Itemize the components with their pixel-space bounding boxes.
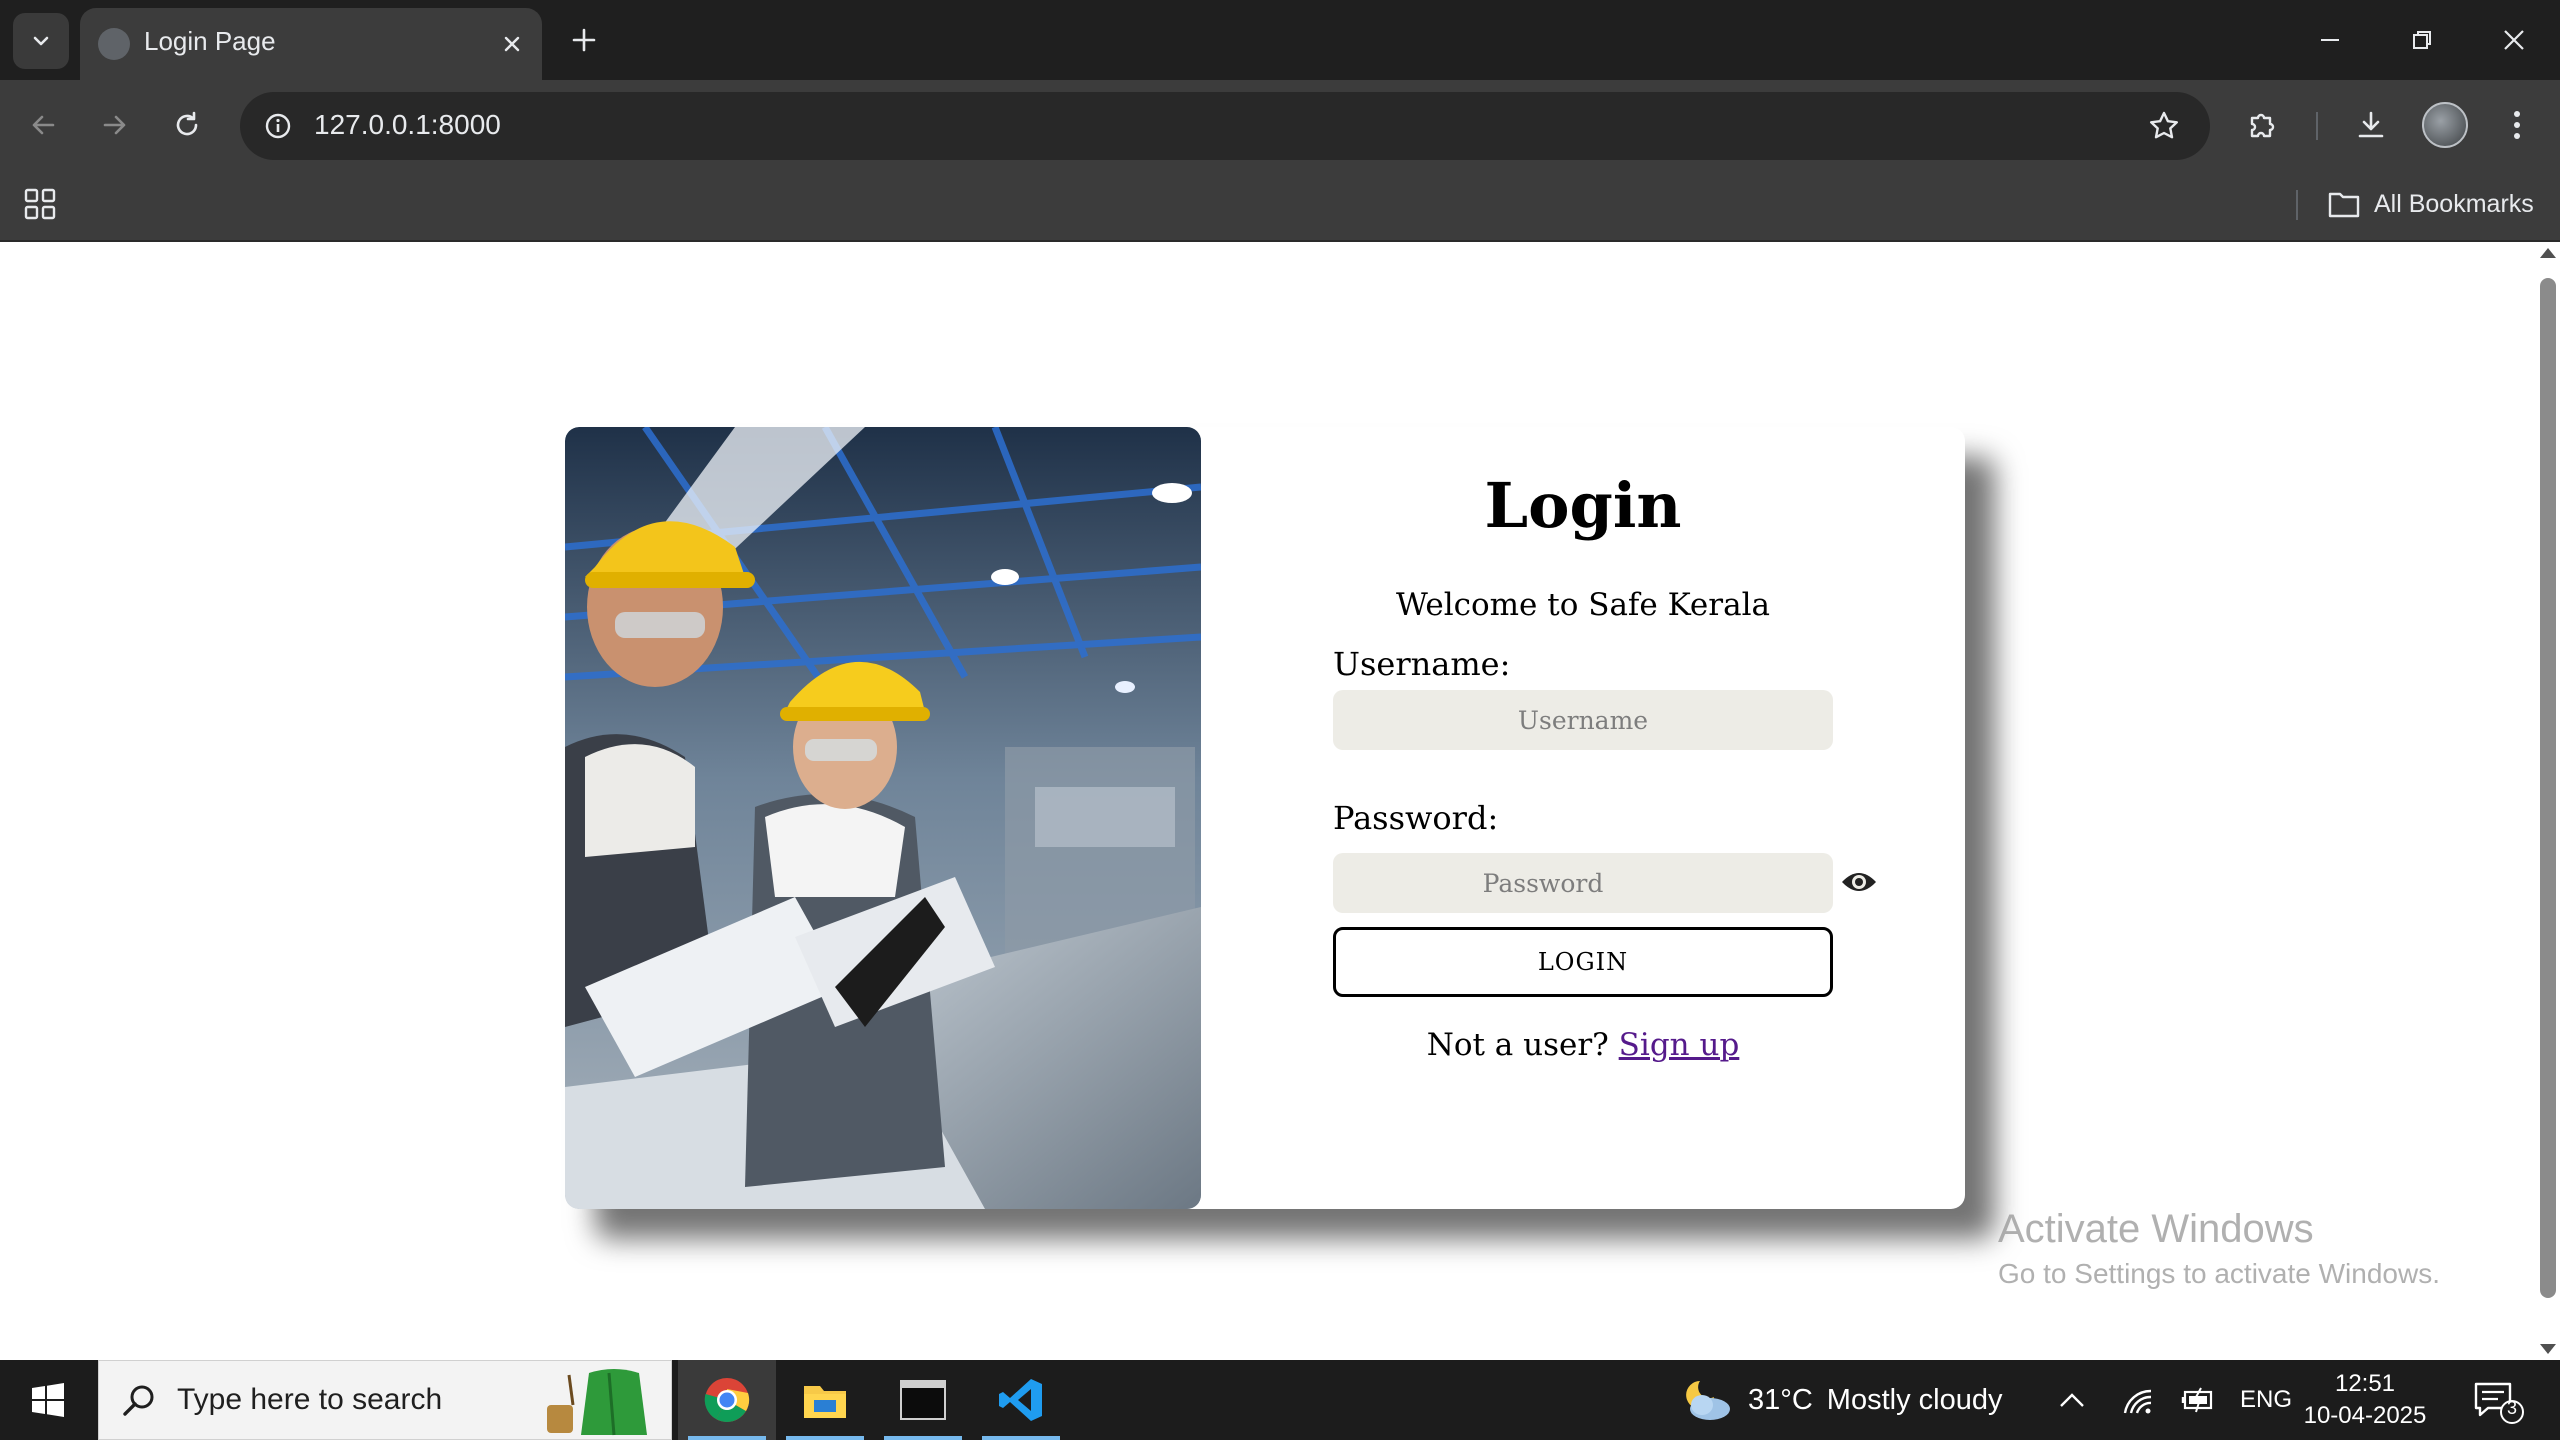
wifi-icon [2123, 1389, 2152, 1414]
clock-time: 12:51 [2334, 1370, 2396, 1397]
taskbar-chrome[interactable] [678, 1360, 776, 1440]
notification-count-badge: 3 [2506, 1398, 2517, 1418]
taskbar-vscode[interactable] [972, 1360, 1070, 1440]
globe-icon [98, 28, 130, 60]
workers-photo [565, 427, 1201, 1209]
activate-windows-title: Activate Windows [1998, 1207, 2314, 1251]
page-scrollbar[interactable] [2536, 242, 2560, 1360]
info-icon [265, 113, 291, 139]
all-bookmarks-button[interactable]: All Bookmarks [2328, 184, 2534, 224]
forward-button[interactable] [92, 102, 138, 148]
arrow-left-icon [32, 115, 55, 135]
clock-date: 10-04-2025 [2303, 1402, 2427, 1429]
profile-avatar[interactable] [2422, 102, 2468, 148]
bookmark-star-button[interactable] [2144, 106, 2184, 146]
back-button[interactable] [20, 102, 66, 148]
login-button[interactable]: LOGIN [1333, 927, 1833, 997]
login-form: Login Welcome to Safe Kerala Username: P… [1201, 427, 1965, 1209]
star-icon [2150, 111, 2178, 139]
download-icon [2358, 111, 2384, 138]
battery-button[interactable] [2176, 1378, 2220, 1422]
new-tab-button[interactable] [562, 18, 606, 62]
activate-windows-subtitle: Go to Settings to activate Windows. [1998, 1258, 2440, 1289]
taskbar-terminal[interactable] [874, 1360, 972, 1440]
restore-button[interactable] [2392, 14, 2452, 66]
vscode-icon [999, 1379, 1042, 1421]
all-bookmarks-label: All Bookmarks [2374, 189, 2534, 218]
page-viewport: Login Welcome to Safe Kerala Username: P… [0, 242, 2536, 1360]
plus-icon [572, 28, 596, 52]
weather-widget[interactable]: 31°C Mostly cloudy [1680, 1360, 2002, 1440]
weather-description: Mostly cloudy [1826, 1383, 2003, 1416]
partly-cloudy-night-icon [1686, 1381, 1730, 1420]
system-clock[interactable]: 12:51 10-04-2025 [2300, 1368, 2430, 1432]
browser-toolbar: 127.0.0.1:8000 [0, 80, 2560, 170]
reload-icon [176, 111, 198, 136]
username-input[interactable] [1333, 690, 1833, 750]
taskbar-file-explorer[interactable] [776, 1360, 874, 1440]
page-title: Login [1484, 469, 1682, 542]
input-language[interactable]: ENG [2240, 1378, 2292, 1422]
windows-logo-icon [32, 1383, 64, 1417]
bookmarks-bar: All Bookmarks [0, 170, 2560, 242]
password-label: Password: [1333, 799, 1499, 837]
search-highlight-image [547, 1369, 647, 1436]
minimize-button[interactable] [2300, 14, 2360, 66]
minimize-icon [2321, 39, 2339, 41]
tab-login-page[interactable]: Login Page [80, 8, 542, 80]
tab-title: Login Page [144, 26, 276, 56]
downloads-button[interactable] [2348, 102, 2394, 148]
close-window-button[interactable] [2484, 14, 2544, 66]
folder-icon [2328, 192, 2360, 218]
search-placeholder: Type here to search [177, 1383, 443, 1416]
extensions-button[interactable] [2240, 102, 2286, 148]
eye-icon [1842, 873, 1876, 891]
signup-prompt-text: Not a user? [1426, 1027, 1609, 1063]
network-button[interactable] [2116, 1378, 2160, 1422]
url-text[interactable]: 127.0.0.1:8000 [314, 109, 501, 141]
terminal-icon [900, 1380, 946, 1420]
signup-prompt: Not a user? Sign up [1201, 1027, 1965, 1063]
tab-search-button[interactable] [13, 13, 69, 69]
browser-tab-strip: Login Page [0, 0, 2560, 80]
scroll-thumb[interactable] [2540, 278, 2556, 1298]
show-hidden-icons-button[interactable] [2052, 1378, 2092, 1422]
notification-center-button[interactable]: 3 [2470, 1378, 2526, 1426]
start-button[interactable] [0, 1360, 96, 1440]
reload-button[interactable] [164, 102, 210, 148]
browser-menu-button[interactable] [2494, 102, 2540, 148]
activate-windows-watermark: Activate Windows Go to Settings to activ… [1998, 1207, 2440, 1290]
search-icon [123, 1385, 154, 1416]
chrome-icon [704, 1378, 750, 1422]
windows-taskbar: Type here to search 31°C Mostly cloudy E… [0, 1360, 2560, 1440]
password-input[interactable] [1333, 853, 1833, 913]
scroll-down-arrow[interactable] [2540, 1344, 2556, 1354]
close-icon [504, 36, 520, 52]
username-label: Username: [1333, 645, 1511, 683]
signup-link[interactable]: Sign up [1619, 1027, 1740, 1063]
scroll-up-arrow[interactable] [2540, 248, 2556, 258]
apps-grid-icon[interactable] [22, 186, 58, 222]
close-icon [2504, 30, 2524, 50]
welcome-text: Welcome to Safe Kerala [1396, 587, 1770, 623]
folder-icon [804, 1386, 846, 1418]
bookmarks-divider [2296, 190, 2298, 220]
show-password-toggle[interactable] [1839, 862, 1879, 902]
taskbar-search-box[interactable]: Type here to search [98, 1360, 672, 1440]
chevron-up-icon [2060, 1393, 2084, 1407]
puzzle-icon [2250, 113, 2275, 138]
chevron-down-icon [33, 36, 49, 46]
login-card: Login Welcome to Safe Kerala Username: P… [565, 427, 1965, 1209]
restore-icon [2413, 31, 2431, 49]
site-info-button[interactable] [258, 106, 298, 146]
more-vertical-icon [2514, 111, 2520, 139]
arrow-right-icon [103, 115, 126, 135]
weather-temperature: 31°C [1748, 1383, 1813, 1416]
toolbar-divider [2316, 112, 2318, 140]
address-bar[interactable]: 127.0.0.1:8000 [240, 92, 2210, 160]
tab-close-button[interactable] [496, 28, 528, 60]
battery-charging-icon [2181, 1387, 2213, 1413]
